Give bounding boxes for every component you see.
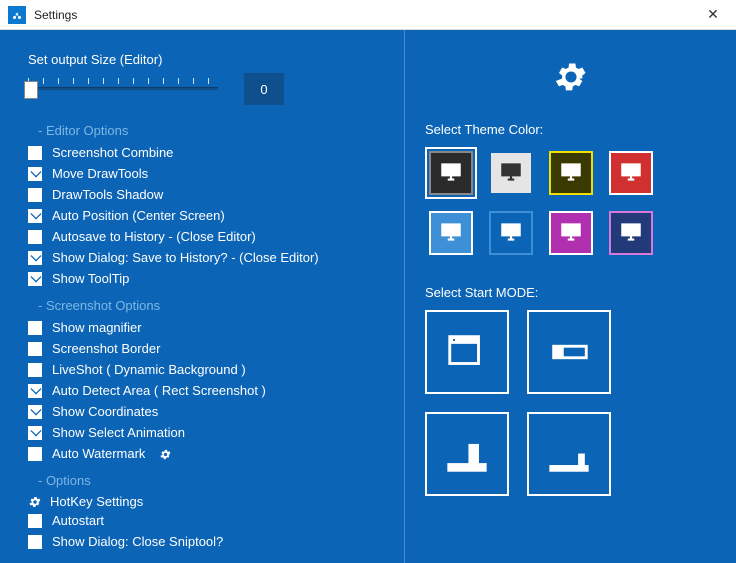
editor-option-checkbox[interactable] [28,167,42,181]
editor-option-checkbox[interactable] [28,251,42,265]
screenshot-option-checkbox[interactable] [28,405,42,419]
right-panel: Select Theme Color: Select Start MODE: [405,30,736,563]
theme-swatch[interactable] [485,207,537,259]
section-options: - Options [38,473,382,488]
screenshot-option-row: Show Coordinates [28,403,382,421]
screenshot-option-label: Auto Watermark [52,445,145,463]
option-label: Autostart [52,512,104,530]
left-panel: Set output Size (Editor) 0 - Editor Opti… [0,30,405,563]
screenshot-option-label: Show magnifier [52,319,142,337]
screenshot-option-checkbox[interactable] [28,426,42,440]
screenshot-option-label: Show Coordinates [52,403,158,421]
editor-option-row: DrawTools Shadow [28,186,382,204]
option-checkbox[interactable] [28,535,42,549]
screenshot-option-row: LiveShot ( Dynamic Background ) [28,361,382,379]
editor-option-row: Screenshot Combine [28,144,382,162]
close-button[interactable]: ✕ [698,6,728,23]
screenshot-option-row: Screenshot Border [28,340,382,358]
start-mode-bar[interactable] [527,310,611,394]
window-title: Settings [34,8,698,22]
content: Set output Size (Editor) 0 - Editor Opti… [0,30,736,563]
start-mode-tray[interactable] [527,412,611,496]
monitor-icon [558,219,584,248]
monitor-icon [618,159,644,188]
theme-swatch[interactable] [485,147,537,199]
hotkey-settings-label: HotKey Settings [50,494,143,509]
monitor-icon [498,219,524,248]
editor-option-row: Autosave to History - (Close Editor) [28,228,382,246]
monitor-icon [618,219,644,248]
theme-swatch[interactable] [545,147,597,199]
editor-option-label: Move DrawTools [52,165,148,183]
screenshot-option-checkbox[interactable] [28,321,42,335]
screenshot-option-label: Auto Detect Area ( Rect Screenshot ) [52,382,266,400]
screenshot-option-label: Screenshot Border [52,340,160,358]
screenshot-option-label: Show Select Animation [52,424,185,442]
option-row: Show Dialog: Close Sniptool? [28,533,382,551]
section-screenshot-options: - Screenshot Options [38,298,382,313]
monitor-icon [498,159,524,188]
gear-icon[interactable] [155,445,172,463]
screenshot-option-checkbox[interactable] [28,342,42,356]
title-bar: Settings ✕ [0,0,736,30]
settings-gear-icon [425,58,716,96]
output-size-label: Set output Size (Editor) [28,52,382,67]
start-mode-taskbar[interactable] [425,412,509,496]
screenshot-option-checkbox[interactable] [28,363,42,377]
editor-option-label: DrawTools Shadow [52,186,163,204]
theme-swatch[interactable] [425,207,477,259]
editor-option-label: Autosave to History - (Close Editor) [52,228,256,246]
editor-option-checkbox[interactable] [28,272,42,286]
editor-option-checkbox[interactable] [28,209,42,223]
screenshot-option-label: LiveShot ( Dynamic Background ) [52,361,246,379]
screenshot-option-checkbox[interactable] [28,447,42,461]
screenshot-option-row: Auto Detect Area ( Rect Screenshot ) [28,382,382,400]
editor-option-row: Show ToolTip [28,270,382,288]
monitor-icon [558,159,584,188]
theme-swatch[interactable] [425,147,477,199]
monitor-icon [438,159,464,188]
start-mode-grid [425,310,716,496]
start-mode-window[interactable] [425,310,509,394]
theme-swatch[interactable] [605,207,657,259]
editor-option-row: Auto Position (Center Screen) [28,207,382,225]
screenshot-option-checkbox[interactable] [28,384,42,398]
option-label: Show Dialog: Close Sniptool? [52,533,223,551]
option-row: Autostart [28,512,382,530]
theme-swatch[interactable] [605,147,657,199]
editor-option-checkbox[interactable] [28,188,42,202]
editor-option-label: Screenshot Combine [52,144,173,162]
start-mode-label: Select Start MODE: [425,285,716,300]
theme-swatch[interactable] [545,207,597,259]
hotkey-settings[interactable]: HotKey Settings [28,494,382,509]
editor-option-checkbox[interactable] [28,146,42,160]
section-editor-options: - Editor Options [38,123,382,138]
editor-option-checkbox[interactable] [28,230,42,244]
editor-option-row: Show Dialog: Save to History? - (Close E… [28,249,382,267]
editor-option-label: Show Dialog: Save to History? - (Close E… [52,249,319,267]
monitor-icon [438,219,464,248]
screenshot-option-row: Show magnifier [28,319,382,337]
output-size-value: 0 [244,73,284,105]
gear-icon [28,495,42,509]
editor-option-label: Show ToolTip [52,270,129,288]
screenshot-option-row: Show Select Animation [28,424,382,442]
theme-color-label: Select Theme Color: [425,122,716,137]
editor-option-row: Move DrawTools [28,165,382,183]
theme-grid [425,147,716,259]
editor-option-label: Auto Position (Center Screen) [52,207,225,225]
app-icon [8,6,26,24]
screenshot-option-row: Auto Watermark [28,445,382,463]
option-checkbox[interactable] [28,514,42,528]
output-size-slider[interactable] [28,78,218,100]
